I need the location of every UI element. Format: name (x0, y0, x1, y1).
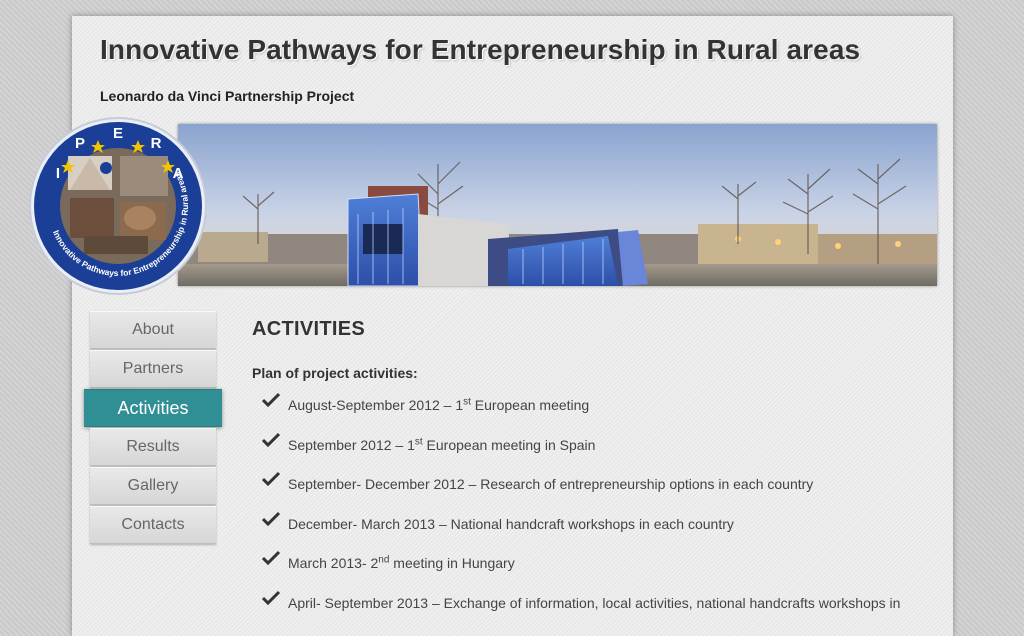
checkmark-icon (262, 392, 280, 408)
checkmark-icon (262, 432, 280, 447)
checkmark-icon (262, 550, 280, 566)
page-container: Innovative Pathways for Entrepreneurship… (72, 16, 953, 636)
svg-text:I: I (56, 165, 60, 182)
side-navigation: About Partners Activities Results Galler… (84, 311, 222, 545)
page-heading: ACTIVITIES (252, 318, 366, 340)
site-subtitle: Leonardo da Vinci Partnership Project (100, 88, 355, 104)
header-banner-image (178, 124, 937, 286)
nav-item-activities[interactable]: Activities (84, 389, 222, 427)
site-title: Innovative Pathways for Entrepreneurship… (100, 34, 861, 65)
nav-item-partners[interactable]: Partners (90, 350, 216, 388)
activity-text: September- December 2012 – Research of e… (288, 476, 814, 492)
svg-text:P: P (75, 135, 85, 152)
nav-item-results[interactable]: Results (90, 428, 216, 466)
checkmark-icon (262, 471, 280, 487)
plan-heading: Plan of project activities: (252, 365, 418, 381)
activity-item: December- March 2013 – National handcraf… (262, 511, 932, 554)
activity-item: September- December 2012 – Research of e… (262, 471, 932, 514)
nav-item-about[interactable]: About (90, 311, 216, 349)
activity-item: April- September 2013 – Exchange of info… (262, 590, 932, 633)
main-content: ACTIVITIES Plan of project activities: A… (252, 318, 932, 632)
activity-text: August-September 2012 – 1st European mee… (288, 396, 590, 413)
svg-text:E: E (113, 125, 123, 142)
activity-text: September 2012 – 1st European meeting in… (288, 435, 596, 453)
activity-text: December- March 2013 – National handcraf… (288, 515, 734, 532)
nav-item-contacts[interactable]: Contacts (90, 506, 216, 544)
activity-list: August-September 2012 – 1st European mee… (262, 392, 932, 633)
activity-item: September 2012 – 1st European meeting in… (262, 432, 932, 475)
activity-item: March 2013- 2nd meeting in Hungary (262, 550, 932, 593)
activity-text: March 2013- 2nd meeting in Hungary (288, 554, 515, 571)
activity-text: April- September 2013 – Exchange of info… (288, 594, 901, 611)
checkmark-icon (262, 511, 280, 526)
nav-item-gallery[interactable]: Gallery (90, 467, 216, 505)
ipera-logo[interactable]: I P E R A Innovative Pathways for Entrep… (28, 116, 208, 296)
activity-item: August-September 2012 – 1st European mee… (262, 392, 932, 435)
svg-text:R: R (151, 135, 162, 152)
checkmark-icon (262, 590, 280, 605)
